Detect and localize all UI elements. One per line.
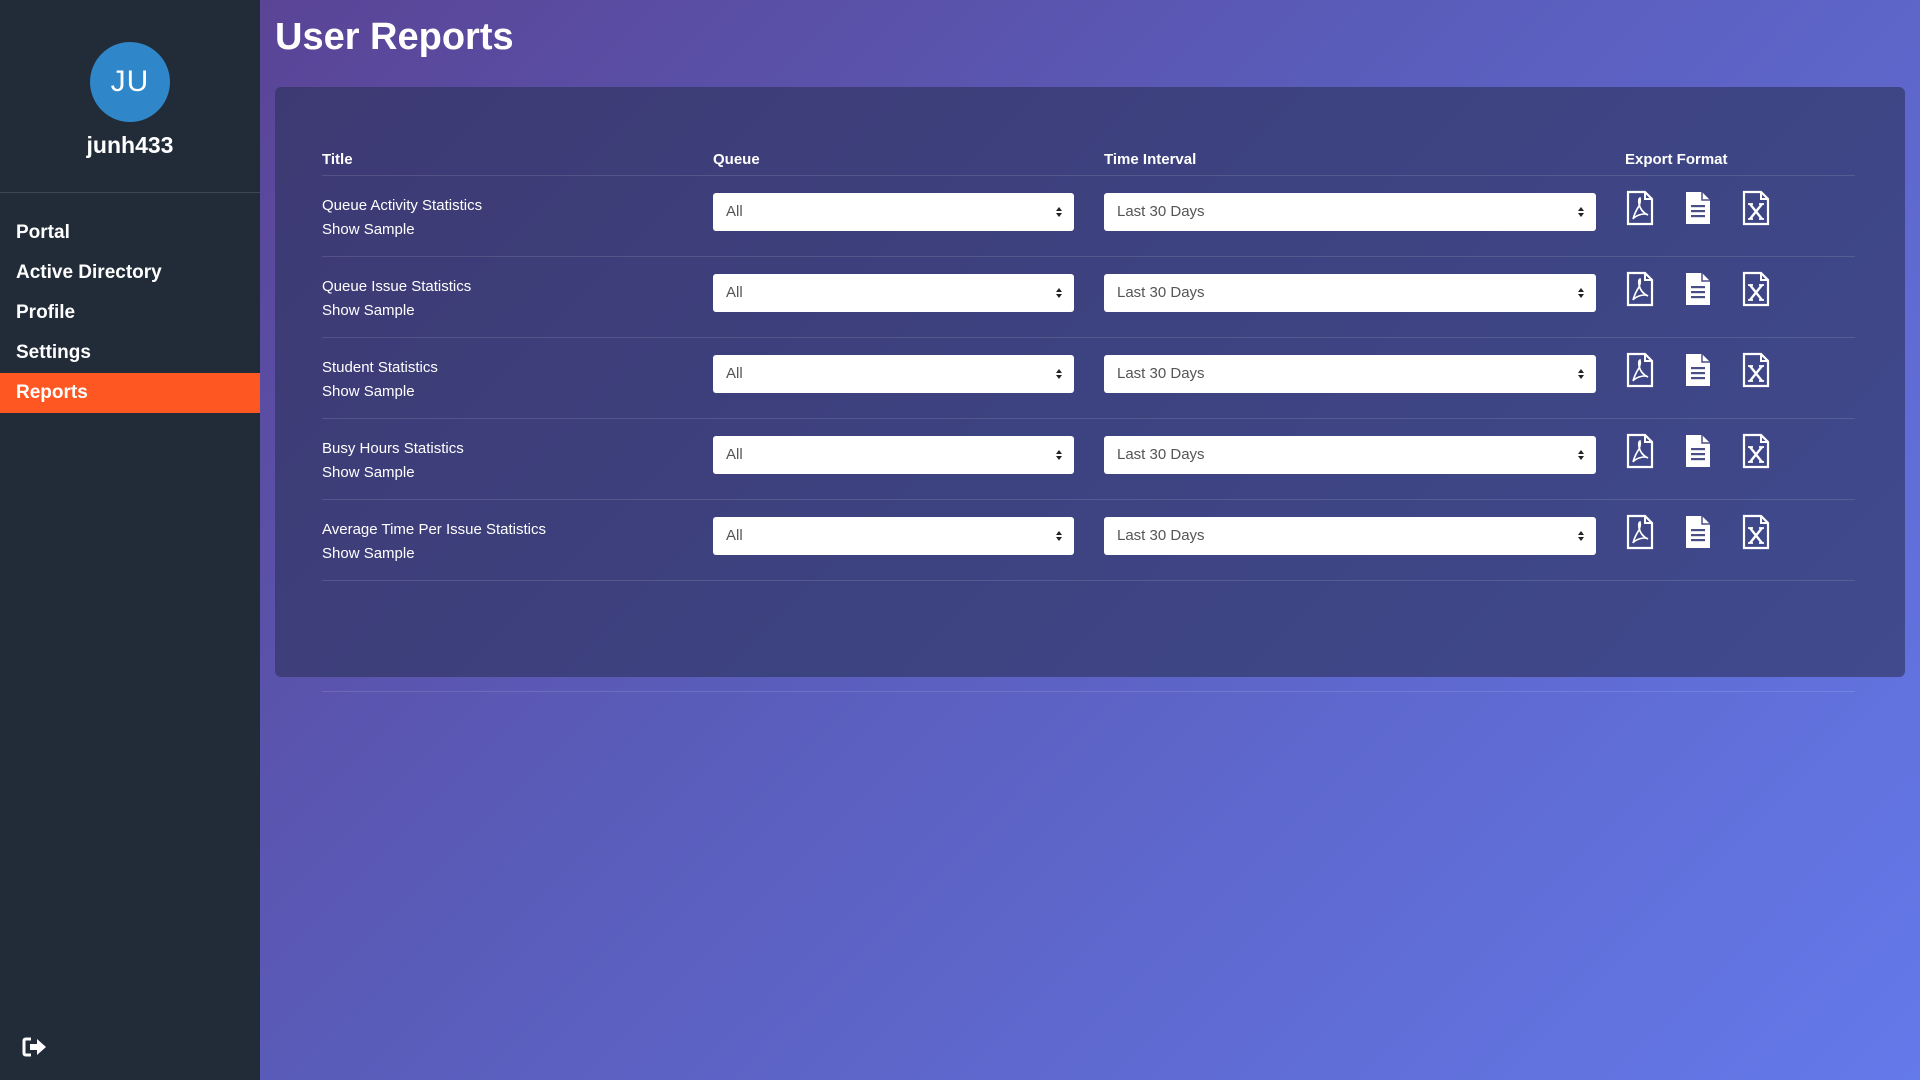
reports-table: Title Queue Time Interval Export Format … [322, 127, 1855, 692]
queue-select-value: All [726, 203, 743, 220]
username: junh433 [86, 132, 174, 158]
table-header: Title Queue Time Interval Export Format [322, 127, 1855, 176]
sidebar-item-portal[interactable]: Portal [0, 213, 260, 253]
file-text-icon[interactable] [1683, 271, 1713, 307]
logout-icon[interactable] [22, 1036, 48, 1058]
select-caret-icon [1056, 531, 1062, 541]
queue-select[interactable]: All [713, 436, 1074, 474]
select-caret-icon [1578, 288, 1584, 298]
select-caret-icon [1578, 531, 1584, 541]
file-pdf-icon[interactable] [1625, 271, 1655, 307]
queue-select-value: All [726, 527, 743, 544]
select-caret-icon [1056, 450, 1062, 460]
sidebar-item-reports[interactable]: Reports [0, 373, 260, 413]
file-excel-icon[interactable] [1741, 352, 1771, 388]
table-row: Queue Activity Statistics Show Sample Al… [322, 176, 1855, 257]
file-text-icon[interactable] [1683, 352, 1713, 388]
report-title: Student Statistics [322, 359, 438, 376]
queue-select-value: All [726, 446, 743, 463]
queue-select[interactable]: All [713, 193, 1074, 231]
time-interval-select-value: Last 30 Days [1117, 284, 1205, 301]
queue-select-value: All [726, 284, 743, 301]
avatar[interactable]: JU [90, 42, 170, 122]
select-caret-icon [1056, 207, 1062, 217]
table-footer [322, 581, 1855, 692]
time-interval-select-value: Last 30 Days [1117, 446, 1205, 463]
report-title: Average Time Per Issue Statistics [322, 521, 546, 538]
time-interval-select[interactable]: Last 30 Days [1104, 355, 1596, 393]
profile-section: JU junh433 [0, 0, 260, 193]
show-sample-link[interactable]: Show Sample [322, 461, 464, 485]
sidebar: JU junh433 Portal Active Directory Profi… [0, 0, 260, 1080]
file-excel-icon[interactable] [1741, 514, 1771, 550]
report-title: Busy Hours Statistics [322, 440, 464, 457]
time-interval-select-value: Last 30 Days [1117, 203, 1205, 220]
time-interval-select[interactable]: Last 30 Days [1104, 274, 1596, 312]
sidebar-item-active-directory[interactable]: Active Directory [0, 253, 260, 293]
file-excel-icon[interactable] [1741, 271, 1771, 307]
time-interval-select-value: Last 30 Days [1117, 527, 1205, 544]
select-caret-icon [1056, 288, 1062, 298]
show-sample-link[interactable]: Show Sample [322, 380, 438, 404]
show-sample-link[interactable]: Show Sample [322, 218, 482, 242]
queue-select[interactable]: All [713, 274, 1074, 312]
sidebar-item-profile[interactable]: Profile [0, 293, 260, 333]
file-text-icon[interactable] [1683, 433, 1713, 469]
report-title: Queue Activity Statistics [322, 197, 483, 214]
file-pdf-icon[interactable] [1625, 190, 1655, 226]
file-text-icon[interactable] [1683, 514, 1713, 550]
file-pdf-icon[interactable] [1625, 352, 1655, 388]
time-interval-select[interactable]: Last 30 Days [1104, 517, 1596, 555]
file-pdf-icon[interactable] [1625, 433, 1655, 469]
queue-select[interactable]: All [713, 517, 1074, 555]
report-title-cell: Busy Hours Statistics Show Sample [322, 437, 464, 485]
select-caret-icon [1578, 369, 1584, 379]
table-row: Student Statistics Show Sample All Last … [322, 338, 1855, 419]
table-row: Average Time Per Issue Statistics Show S… [322, 500, 1855, 581]
select-caret-icon [1578, 207, 1584, 217]
report-title-cell: Queue Issue Statistics Show Sample [322, 275, 471, 323]
time-interval-select[interactable]: Last 30 Days [1104, 436, 1596, 474]
file-excel-icon[interactable] [1741, 190, 1771, 226]
file-excel-icon[interactable] [1741, 433, 1771, 469]
file-text-icon[interactable] [1683, 190, 1713, 226]
report-title-cell: Student Statistics Show Sample [322, 356, 438, 404]
table-row: Queue Issue Statistics Show Sample All L… [322, 257, 1855, 338]
show-sample-link[interactable]: Show Sample [322, 542, 546, 566]
sidebar-item-settings[interactable]: Settings [0, 333, 260, 373]
file-pdf-icon[interactable] [1625, 514, 1655, 550]
page-title: User Reports [275, 16, 514, 58]
report-title-cell: Queue Activity Statistics Show Sample [322, 194, 482, 242]
select-caret-icon [1056, 369, 1062, 379]
queue-select[interactable]: All [713, 355, 1074, 393]
report-title: Queue Issue Statistics [322, 278, 472, 295]
report-title-cell: Average Time Per Issue Statistics Show S… [322, 518, 546, 566]
table-row: Busy Hours Statistics Show Sample All La… [322, 419, 1855, 500]
reports-card: Title Queue Time Interval Export Format … [275, 87, 1905, 692]
queue-select-value: All [726, 365, 743, 382]
sidebar-nav: Portal Active Directory Profile Settings… [0, 213, 260, 413]
time-interval-select[interactable]: Last 30 Days [1104, 193, 1596, 231]
select-caret-icon [1578, 450, 1584, 460]
time-interval-select-value: Last 30 Days [1117, 365, 1205, 382]
show-sample-link[interactable]: Show Sample [322, 299, 471, 323]
